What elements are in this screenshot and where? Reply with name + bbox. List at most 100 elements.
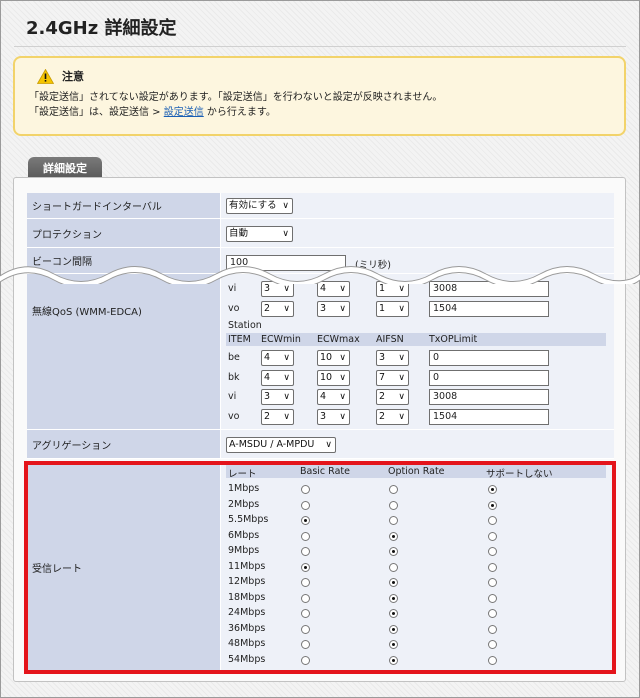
rates-column-header: サポートしない [486,469,553,480]
rate-option-radio[interactable] [389,624,398,634]
notice-box: 注意 「設定送信」されてない設定があります。「設定送信」を行わないと設定が反映さ… [13,56,626,136]
wmm-station-vo-txop-input[interactable]: 1504 [429,408,549,425]
wmm-ap-vo-txop-input[interactable]: 1504 [429,301,549,317]
wmm-station-bk-ecwmax-select[interactable]: 10 [317,369,350,386]
aggregation-row: アグリゲーション A-MSDU / A-MPDU [27,430,614,459]
wmm-station-vi-ecwmin-select[interactable]: 3 [261,389,294,405]
truncation-wave [0,266,640,284]
rate-unsupported-radio[interactable] [488,485,497,494]
wmm-station-vo-ecwmin-select[interactable]: 2 [261,408,294,425]
wmm-station-vi-aifsn-select[interactable]: 2 [376,389,409,405]
rate-label: 1Mbps [228,483,260,494]
protection-row: プロテクション 自動 [27,219,614,248]
rate-unsupported-radio[interactable] [488,578,497,587]
rate-label: 11Mbps [228,560,266,572]
rate-option-radio[interactable] [389,485,398,494]
rate-unsupported-radio[interactable] [488,655,497,665]
rate-option-radio[interactable] [389,547,398,556]
rate-option-radio[interactable] [389,516,398,525]
rate-option-radio[interactable] [389,578,398,587]
wmm-station-vo-ecwmax-select[interactable]: 3 [317,408,350,425]
rate-option-radio[interactable] [389,609,398,618]
rate-label: 48Mbps [228,638,266,649]
wmm-station-be-txop-input[interactable]: 0 [429,350,549,366]
wmm-ap-vo-ecwmax-select[interactable]: 3 [317,301,350,317]
rate-label: 2Mbps [228,498,260,510]
guard-interval-select[interactable]: 有効にする [226,198,293,214]
rates-table: レート Basic Rate Option Rate サポートしない 1Mbps 2Mbp… [220,461,614,674]
wmm-station-bk-aifsn-select[interactable]: 7 [376,369,409,386]
rate-label: 36Mbps [228,622,266,634]
wmm-station-vi-item: vi [228,391,237,402]
wmm-station-vi-txop-input[interactable]: 3008 [429,389,549,405]
rate-basic-radio[interactable] [301,640,310,649]
title-divider [14,46,626,47]
rate-unsupported-radio[interactable] [488,500,497,510]
wmm-column-header: ITEM [228,334,251,345]
rate-unsupported-radio[interactable] [488,640,497,649]
wmm-station-vo-aifsn-select[interactable]: 2 [376,408,409,425]
wmm-station-vi-ecwmax-select[interactable]: 4 [317,389,350,405]
rate-option-radio[interactable] [389,531,398,541]
warning-icon [37,68,54,84]
rate-basic-radio[interactable] [301,562,310,572]
rate-unsupported-radio[interactable] [488,593,497,603]
wmm-station-label: Station [228,320,262,331]
rate-basic-radio[interactable] [301,655,310,665]
wmm-station-be-item: be [228,352,240,363]
rate-option-radio[interactable] [389,562,398,572]
wmm-station-bk-item: bk [228,371,240,383]
protection-label: プロテクション [27,219,220,248]
wmm-station-bk-txop-input[interactable]: 0 [429,369,549,386]
rate-basic-radio[interactable] [301,609,310,618]
wmm-station-bk-ecwmin-select[interactable]: 4 [261,369,294,386]
notice-line-1: 「設定送信」されてない設定があります。「設定送信」を行わないと設定が反映されませ… [29,92,443,103]
wmm-label: 無線QoS (WMM-EDCA) [27,274,220,430]
wmm-settings: vi3413008vo2311504StationITEMECWminECWma… [220,274,614,430]
wmm-row: 無線QoS (WMM-EDCA) vi3413008vo2311504Stati… [27,274,614,430]
aggregation-select[interactable]: A-MSDU / A-MPDU [226,437,336,453]
rates-column-header: レート [228,469,257,480]
rate-option-radio[interactable] [389,655,398,665]
page-title: 2.4GHz 詳細設定 [26,18,177,39]
rate-basic-radio[interactable] [301,593,310,603]
rate-basic-radio[interactable] [301,578,310,587]
rates-column-header: Option Rate [388,466,445,477]
tab-advanced-settings[interactable]: 詳細設定 [28,157,102,178]
rate-label: 24Mbps [228,607,266,618]
guard-interval-label: ショートガードインターバル [27,193,220,219]
rate-label: 12Mbps [228,576,266,587]
rate-unsupported-radio[interactable] [488,531,497,541]
rate-unsupported-radio[interactable] [488,624,497,634]
rate-unsupported-radio[interactable] [488,562,497,572]
wmm-ap-vo-ecwmin-select[interactable]: 2 [261,301,294,317]
rate-unsupported-radio[interactable] [488,516,497,525]
notice-line-2: 「設定送信」は、設定送信 > 設定送信 から行えます。 [29,106,610,119]
wmm-ap-vo-aifsn-select[interactable]: 1 [376,301,409,317]
protection-select[interactable]: 自動 [226,226,293,242]
wmm-station-be-ecwmax-select[interactable]: 10 [317,350,350,366]
send-settings-link[interactable]: 設定送信 [164,107,204,118]
rate-basic-radio[interactable] [301,500,310,510]
rate-basic-radio[interactable] [301,485,310,494]
rate-basic-radio[interactable] [301,516,310,525]
rate-unsupported-radio[interactable] [488,547,497,556]
rate-option-radio[interactable] [389,593,398,603]
rate-basic-radio[interactable] [301,624,310,634]
notice-line-2-suffix: から行えます。 [203,107,276,118]
wmm-column-header: ECWmin [261,334,301,345]
rate-label: 54Mbps [228,653,266,665]
wmm-station-be-ecwmin-select[interactable]: 4 [261,350,294,366]
notice-heading: 注意 [62,70,84,83]
rate-label: 18Mbps [228,591,266,603]
rate-label: 9Mbps [228,545,260,556]
rate-basic-radio[interactable] [301,547,310,556]
rate-unsupported-radio[interactable] [488,609,497,618]
rates-row: 受信レート レート Basic Rate Option Rate サポートしない 1Mb… [27,461,614,674]
rate-option-radio[interactable] [389,500,398,510]
rate-basic-radio[interactable] [301,531,310,541]
wmm-station-be-aifsn-select[interactable]: 3 [376,350,409,366]
wmm-ap-vi-item: vi [228,283,237,294]
wmm-column-header: TxOPLimit [429,334,478,345]
rate-option-radio[interactable] [389,640,398,649]
